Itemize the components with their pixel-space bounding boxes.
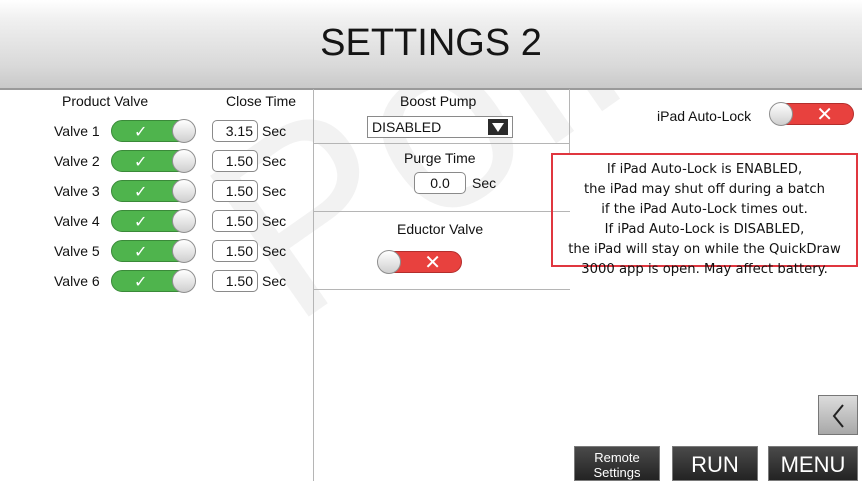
- dropdown-arrow-icon: [488, 119, 508, 135]
- notice-line: the iPad may shut off during a batch: [584, 182, 825, 197]
- toggle-knob: [172, 149, 196, 173]
- valve-1-toggle[interactable]: ✓: [111, 119, 196, 143]
- unit-label: Sec: [262, 153, 287, 169]
- valve-4-toggle[interactable]: ✓: [111, 209, 196, 233]
- boost-pump-value: DISABLED: [372, 119, 442, 135]
- check-icon: ✓: [134, 214, 148, 231]
- divider-boost: [313, 143, 570, 144]
- toggle-knob: [172, 269, 196, 293]
- eductor-valve-label: Eductor Valve: [397, 221, 484, 237]
- valve-label: Valve 1: [54, 123, 100, 139]
- check-icon: ✓: [134, 124, 148, 141]
- chevron-left-icon: [832, 404, 844, 428]
- remote-settings-button[interactable]: Remote Settings: [574, 446, 660, 481]
- menu-button[interactable]: MENU: [768, 446, 858, 481]
- valve-5-close-time-input[interactable]: 1.50: [212, 240, 258, 262]
- toggle-knob: [172, 119, 196, 143]
- divider-purge: [313, 211, 570, 212]
- header-bar: SETTINGS 2: [0, 0, 862, 90]
- boost-pump-select[interactable]: DISABLED: [367, 116, 513, 138]
- purge-time-unit: Sec: [472, 175, 497, 191]
- notice-line: If iPad Auto-Lock is DISABLED,: [604, 222, 805, 237]
- notice-line: the iPad will stay on while the QuickDra…: [568, 242, 841, 257]
- toggle-knob: [172, 209, 196, 233]
- check-icon: ✓: [134, 274, 148, 291]
- boost-pump-label: Boost Pump: [400, 93, 477, 109]
- page-title: SETTINGS 2: [320, 22, 542, 64]
- check-icon: ✓: [134, 244, 148, 261]
- valve-4-close-time-input[interactable]: 1.50: [212, 210, 258, 232]
- toggle-knob: [377, 250, 401, 274]
- valve-6-close-time-input[interactable]: 1.50: [212, 270, 258, 292]
- valve-2-toggle[interactable]: ✓: [111, 149, 196, 173]
- check-icon: ✓: [134, 184, 148, 201]
- unit-label: Sec: [262, 183, 287, 199]
- remote-settings-label-2: Settings: [593, 465, 641, 480]
- toggle-knob: [172, 179, 196, 203]
- remote-settings-label-1: Remote: [594, 450, 640, 465]
- run-button[interactable]: RUN: [672, 446, 758, 481]
- ipad-auto-lock-toggle[interactable]: ✕: [769, 102, 854, 126]
- valve-1-close-time-input[interactable]: 3.15: [212, 120, 258, 142]
- unit-label: Sec: [262, 243, 287, 259]
- valve-2-close-time-input[interactable]: 1.50: [212, 150, 258, 172]
- valve-5-toggle[interactable]: ✓: [111, 239, 196, 263]
- notice-line: 3000 app is open. May affect battery.: [581, 262, 828, 277]
- unit-label: Sec: [262, 213, 287, 229]
- valve-6-toggle[interactable]: ✓: [111, 269, 196, 293]
- valve-label: Valve 5: [54, 243, 100, 259]
- notice-line: If iPad Auto-Lock is ENABLED,: [606, 162, 803, 177]
- unit-label: Sec: [262, 123, 287, 139]
- valve-label: Valve 2: [54, 153, 100, 169]
- notice-line: if the iPad Auto-Lock times out.: [601, 202, 808, 217]
- valve-label: Valve 6: [54, 273, 100, 289]
- purge-time-label: Purge Time: [404, 150, 476, 166]
- purge-time-input[interactable]: 0.0: [414, 172, 466, 194]
- auto-lock-notice: If iPad Auto-Lock is ENABLED, the iPad m…: [551, 153, 858, 277]
- toggle-knob: [769, 102, 793, 126]
- eductor-valve-toggle[interactable]: ✕: [377, 250, 462, 274]
- divider-left: [313, 89, 314, 481]
- product-valve-header: Product Valve: [62, 93, 149, 109]
- back-button[interactable]: [818, 395, 858, 435]
- ipad-auto-lock-label: iPad Auto-Lock: [657, 108, 752, 124]
- close-icon: ✕: [424, 252, 441, 274]
- close-time-header: Close Time: [226, 93, 297, 109]
- close-icon: ✕: [816, 104, 833, 126]
- divider-eductor: [313, 289, 570, 290]
- check-icon: ✓: [134, 154, 148, 171]
- valve-3-toggle[interactable]: ✓: [111, 179, 196, 203]
- valve-label: Valve 3: [54, 183, 100, 199]
- valve-label: Valve 4: [54, 213, 100, 229]
- toggle-knob: [172, 239, 196, 263]
- valve-3-close-time-input[interactable]: 1.50: [212, 180, 258, 202]
- unit-label: Sec: [262, 273, 287, 289]
